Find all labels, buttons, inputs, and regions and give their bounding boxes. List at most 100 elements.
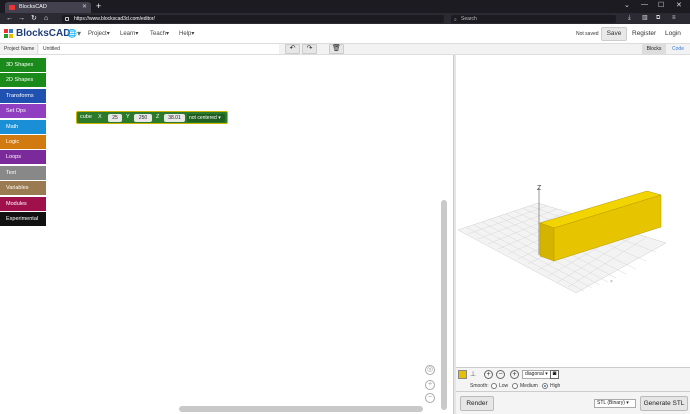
category-label: 3D Shapes [6,62,34,68]
blockscad-logo[interactable]: BlocksCAD [4,27,70,41]
menu-project[interactable]: Project▾ [88,29,110,39]
smooth-medium-label: Medium [520,383,538,389]
category-2d-shapes[interactable]: 2D Shapes [0,73,46,87]
back-icon[interactable]: ← [6,13,13,24]
forward-icon[interactable]: → [18,13,25,24]
category-3d-shapes[interactable]: 3D Shapes [0,58,46,72]
3d-viewer[interactable]: Z × [456,55,690,367]
fit-view-icon[interactable]: + [510,370,519,379]
library-icon[interactable]: ▥ [642,14,648,23]
smooth-high-label: High [550,383,561,389]
category-loops[interactable]: Loops [0,150,46,164]
menu-help[interactable]: Help▾ [179,29,194,39]
menu-learn-label: Learn [120,31,136,37]
menu-project-label: Project [88,31,107,37]
category-variables[interactable]: Variables [0,181,46,195]
project-toolbar: Project Name Untitled ↶ ↷ 🗑 Blocks Code [0,44,690,55]
category-label: 2D Shapes [6,77,34,83]
x-value-field[interactable]: 25 [108,114,122,122]
window-close-icon[interactable]: ✕ [676,1,682,9]
zoom-in-icon[interactable]: + [425,380,435,390]
project-name-input[interactable]: Untitled [39,44,279,54]
zoom-reset-icon[interactable]: ◎ [425,365,435,375]
category-math[interactable]: Math [0,120,46,134]
browser-tab[interactable]: BlocksCAD ✕ [5,2,91,13]
render-row: Render STL (Binary) ▾ Generate STL [456,391,690,414]
category-modules[interactable]: Modules [0,197,46,211]
workspace-horizontal-scrollbar[interactable] [179,406,423,412]
save-status: Not saved [576,31,599,37]
category-label: Loops [6,154,21,160]
reload-icon[interactable]: ↻ [31,13,37,24]
category-label: Experimental [6,216,39,222]
category-label: Variables [6,185,29,191]
logo-text: BlocksCAD [16,28,71,39]
category-transforms[interactable]: Transforms [0,89,46,103]
blocks-workspace[interactable] [47,55,453,414]
3d-scene: Z × [457,185,667,294]
axis-tick-marker: × [610,279,613,285]
delete-button[interactable]: 🗑 [329,44,344,54]
menu-teach[interactable]: Teach▾ [150,29,169,39]
tab-list-icon[interactable]: ⌄ [624,1,630,9]
center-dropdown[interactable]: not centered ▾ [187,114,225,122]
category-label: Modules [6,201,27,207]
y-value-field[interactable]: 250 [134,114,152,122]
undo-button[interactable]: ↶ [285,44,300,54]
color-picker[interactable] [458,370,467,379]
app-menu-icon[interactable]: ≡ [672,14,676,23]
zoom-in-view-icon[interactable]: + [484,370,493,379]
url-bar[interactable]: https://www.blockscad3d.com/editor/ [62,14,444,23]
home-icon[interactable]: ⌂ [44,13,48,24]
render-button[interactable]: Render [460,396,494,411]
menu-learn[interactable]: Learn▾ [120,29,138,39]
language-globe-icon[interactable]: 🌐▾ [67,29,81,38]
z-axis-label: Z [537,185,542,192]
workspace-vertical-scrollbar[interactable] [441,200,447,410]
cube-block[interactable]: cube X 25 Y 250 Z 38.01 not centered ▾ [76,111,228,124]
search-icon: ⌕ [454,16,457,23]
view-angle-value: diagonal [525,371,544,377]
category-label: Logic [6,139,20,145]
smooth-low-radio[interactable] [491,383,497,389]
category-label: Transforms [6,93,34,99]
smooth-low-label: Low [499,383,509,389]
z-value-field[interactable]: 38.01 [164,114,185,122]
generate-stl-button[interactable]: Generate STL [640,396,688,411]
close-tab-icon[interactable]: ✕ [82,2,87,13]
smooth-medium-radio[interactable] [512,383,518,389]
category-logic[interactable]: Logic [0,135,46,149]
maximize-icon[interactable]: ☐ [658,1,664,9]
downloads-icon[interactable]: ⤓ [628,14,631,23]
redo-button[interactable]: ↷ [302,44,317,54]
axes-toggle-icon[interactable]: ⊥ [470,370,476,378]
tab-code[interactable]: Code [668,44,688,54]
search-input[interactable]: ⌕ Search [451,14,616,23]
category-experimental[interactable]: Experimental [0,212,46,226]
zoom-out-icon[interactable]: − [425,393,435,403]
browser-tab-strip: BlocksCAD ✕ + ⌄ — ☐ ✕ [0,0,690,13]
new-tab-icon[interactable]: + [96,1,101,12]
category-text[interactable]: Text [0,166,46,180]
save-button[interactable]: Save [601,27,627,41]
camera-icon[interactable]: ◙ [550,370,559,379]
cube-block-label: cube [80,114,92,120]
smooth-high-radio[interactable] [542,383,548,389]
minimize-icon[interactable]: — [641,1,648,8]
zoom-out-view-icon[interactable]: − [496,370,505,379]
browser-nav-bar: ← → ↻ ⌂ https://www.blockscad3d.com/edit… [0,13,690,24]
category-set-ops[interactable]: Set Ops [0,104,46,118]
login-link[interactable]: Login [665,30,681,37]
export-format-select[interactable]: STL (Binary) ▾ [594,399,636,408]
category-label: Math [6,124,19,130]
smoothness-row: Smooth: Low Medium High [456,381,690,391]
blockscad-logo-icon [4,29,14,39]
project-name-label: Project Name [0,44,38,54]
search-placeholder: Search [461,15,477,22]
extensions-icon[interactable]: ⧉ [656,14,660,23]
register-link[interactable]: Register [632,30,656,37]
tab-blocks[interactable]: Blocks [642,44,666,54]
y-label: Y [126,114,130,120]
center-dropdown-value: not centered [189,115,217,121]
view-angle-select[interactable]: diagonal ▾ [522,370,552,379]
